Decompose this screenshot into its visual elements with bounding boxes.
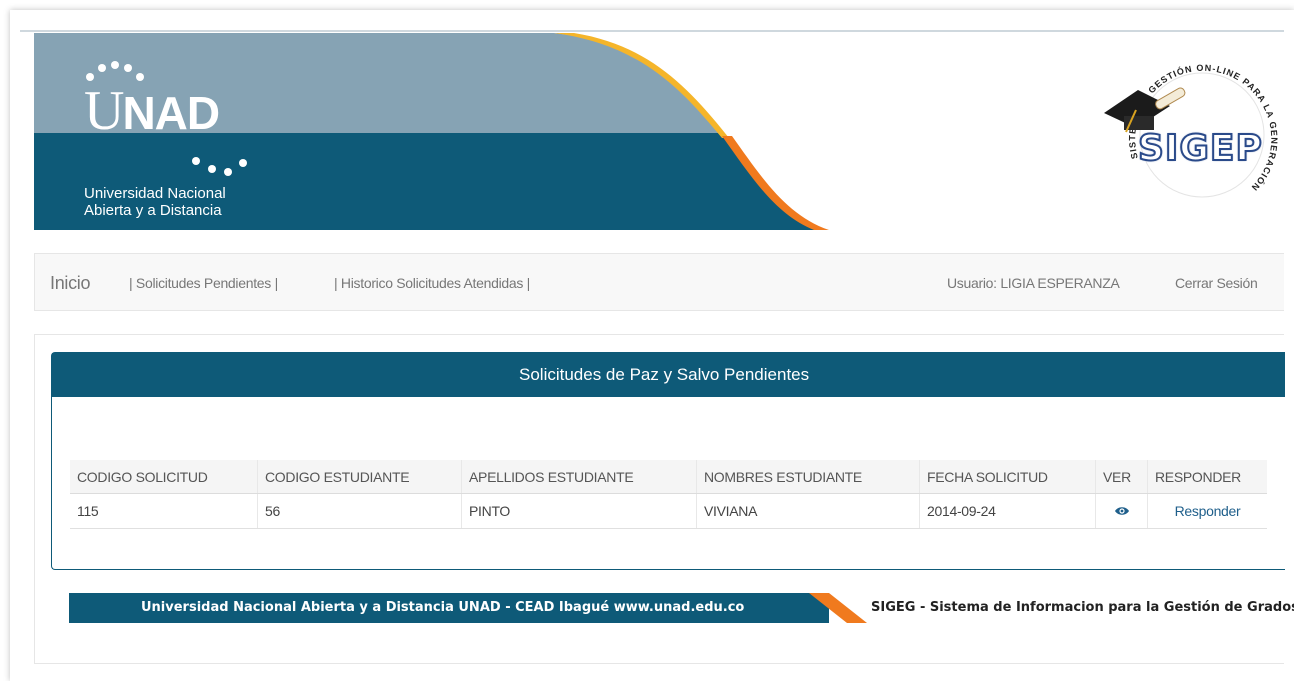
- footer-orange-stripe: [809, 593, 867, 623]
- top-divider: [20, 30, 1284, 32]
- table-row: 115 56 PINTO VIVIANA 2014-09-24 Responde…: [70, 493, 1267, 529]
- view-button[interactable]: [1114, 503, 1129, 519]
- cell-fecha: 2014-09-24: [919, 493, 1096, 529]
- col-apellidos: APELLIDOS ESTUDIANTE: [461, 460, 697, 494]
- footer-university-text: Universidad Nacional Abierta y a Distanc…: [141, 600, 745, 615]
- pending-requests-panel: Solicitudes de Paz y Salvo Pendientes CO…: [51, 352, 1285, 570]
- nav-user-label[interactable]: Usuario: LIGIA ESPERANZA: [947, 254, 1120, 312]
- sigep-seal: SISTEMA DE GESTIÓN ON-LINE PARA LA GENER…: [1094, 32, 1288, 215]
- panel-title: Solicitudes de Paz y Salvo Pendientes: [519, 365, 810, 384]
- col-responder: RESPONDER: [1147, 460, 1267, 494]
- nav-history-link[interactable]: | Historico Solicitudes Atendidas |: [334, 254, 530, 312]
- col-fecha: FECHA SOLICITUD: [919, 460, 1096, 494]
- footer-bar: Universidad Nacional Abierta y a Distanc…: [69, 593, 1294, 623]
- cell-responder: Responder: [1147, 493, 1267, 529]
- cell-nombres: VIVIANA: [696, 493, 920, 529]
- col-codigo-estudiante: CODIGO ESTUDIANTE: [257, 460, 462, 494]
- footer-system-text: SIGEG - Sistema de Informacion para la G…: [871, 600, 1294, 615]
- logo-letter-u: U: [84, 80, 124, 142]
- sigep-wordmark: SIGEP: [1137, 127, 1263, 170]
- eye-icon: [1114, 507, 1129, 515]
- logout-link[interactable]: Cerrar Sesión: [1175, 254, 1258, 312]
- institution-line-1: Universidad Nacional: [84, 185, 226, 202]
- table-header-row: CODIGO SOLICITUD CODIGO ESTUDIANTE APELL…: [70, 460, 1267, 494]
- institution-line-2: Abierta y a Distancia: [84, 202, 222, 219]
- content-area: Solicitudes de Paz y Salvo Pendientes CO…: [34, 334, 1294, 664]
- top-navbar: Inicio | Solicitudes Pendientes | | Hist…: [34, 253, 1284, 311]
- requests-table: CODIGO SOLICITUD CODIGO ESTUDIANTE APELL…: [70, 460, 1267, 529]
- institution-name: Universidad Nacional Abierta y a Distanc…: [84, 185, 304, 219]
- logo-letters-nad: NAD: [122, 87, 220, 139]
- unad-wordmark: UNAD: [84, 80, 220, 142]
- panel-header: Solicitudes de Paz y Salvo Pendientes: [52, 353, 1285, 397]
- cell-codigo-solicitud: 115: [70, 493, 258, 529]
- header-banner: UNAD Universidad Nacional Abierta y a Di…: [34, 33, 1284, 230]
- cell-apellidos: PINTO: [461, 493, 697, 529]
- nav-pending-requests-link[interactable]: | Solicitudes Pendientes |: [129, 254, 278, 312]
- col-ver: VER: [1095, 460, 1148, 494]
- col-codigo-solicitud: CODIGO SOLICITUD: [70, 460, 258, 494]
- respond-link[interactable]: Responder: [1175, 503, 1241, 519]
- cell-codigo-estudiante: 56: [257, 493, 462, 529]
- cell-ver: [1095, 493, 1148, 529]
- nav-home-link[interactable]: Inicio: [50, 254, 91, 312]
- col-nombres: NOMBRES ESTUDIANTE: [696, 460, 920, 494]
